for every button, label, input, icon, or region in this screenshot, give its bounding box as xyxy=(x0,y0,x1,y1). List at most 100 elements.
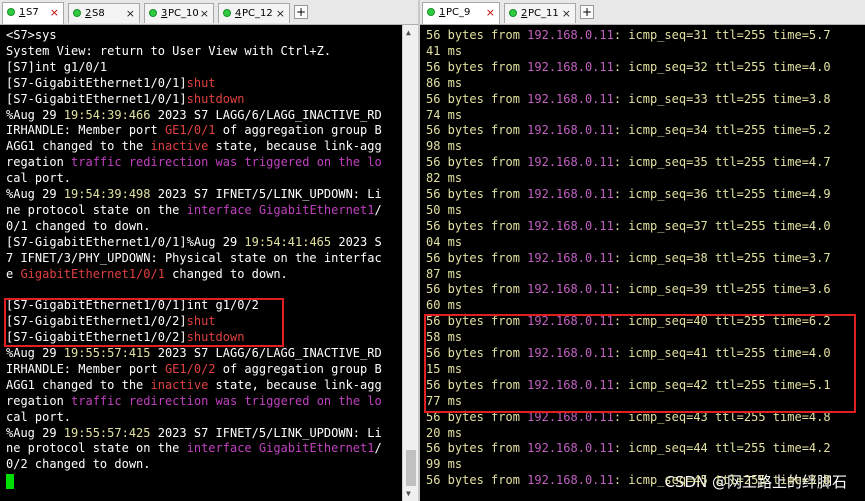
left-scrollbar[interactable]: ▲ ▼ xyxy=(402,25,419,501)
close-icon[interactable]: × xyxy=(276,7,285,20)
terminal-text: 56 bytes from xyxy=(426,282,528,297)
terminal-text: [S7-GigabitEthernet1/0/1] xyxy=(6,234,187,249)
terminal-text: [S7]int g1/0/1 xyxy=(6,59,108,74)
terminal-text: inactive xyxy=(150,139,209,154)
terminal-text: 0/2 changed to down. xyxy=(6,457,151,472)
terminal-text: 56 bytes from xyxy=(426,187,528,201)
terminal-text: shutdown xyxy=(186,91,245,106)
terminal-line: 41 ms xyxy=(426,44,462,60)
scrollbar-thumb[interactable] xyxy=(406,450,416,486)
terminal-text: state, because link-agg xyxy=(208,139,382,154)
terminal-line: ne protocol state on the interface Gigab… xyxy=(6,441,382,457)
terminal-text: 56 bytes from xyxy=(426,250,528,265)
terminal-line: AGG1 changed to the inactive state, beca… xyxy=(6,378,382,394)
terminal-text: 7 IFNET/3/PHY_UPDOWN: Physical state on … xyxy=(6,250,382,265)
terminal-line: 50 ms xyxy=(426,203,462,219)
terminal-line: 56 bytes from 192.168.0.11: icmp_seq=37 … xyxy=(426,219,831,235)
terminal-text: 98 ms xyxy=(426,139,463,154)
terminal-line: 56 bytes from 192.168.0.11: icmp_seq=38 … xyxy=(426,251,831,267)
terminal-text: inactive xyxy=(150,377,209,392)
terminal-text: 99 ms xyxy=(426,457,463,472)
terminal-line: e GigabitEthernet1/0/1 changed to down. xyxy=(6,267,288,283)
terminal-line: 74 ms xyxy=(426,108,462,124)
terminal-text: e xyxy=(6,266,21,281)
terminal-text: / xyxy=(374,202,382,217)
scroll-down-icon[interactable]: ▼ xyxy=(406,489,411,498)
tab-pc-9[interactable]: 1 PC_9 × xyxy=(422,2,500,24)
add-tab-button[interactable]: + xyxy=(294,5,308,19)
tab-number: 2 xyxy=(85,8,92,19)
terminal-line: 56 bytes from 192.168.0.11: icmp_seq=34 … xyxy=(426,123,831,139)
terminal-text: : icmp_seq=37 ttl=255 time=4.0 xyxy=(613,218,831,233)
terminal-line: IRHANDLE: Member port GE1/0/2 of aggrega… xyxy=(6,362,382,378)
terminal-text: 19:54:39:466 xyxy=(63,107,151,122)
terminal-text: 2023 S7 IFNET/5/LINK_UPDOWN: Li xyxy=(150,187,382,201)
terminal-text: 19:54:41:465 xyxy=(244,234,332,249)
terminal-s7[interactable]: <S7>sys System View: return to User View … xyxy=(0,25,402,501)
terminal-text: : icmp_seq=38 ttl=255 time=3.7 xyxy=(613,250,831,265)
terminal-line: 56 bytes from 192.168.0.11: icmp_seq=44 … xyxy=(426,441,831,457)
terminal-line: regation traffic redirection was trigger… xyxy=(6,155,382,171)
status-led-icon xyxy=(223,9,231,17)
terminal-pc-9[interactable]: CSDN @网工路上的绊脚石 56 bytes from 192.168.0.1… xyxy=(420,25,865,501)
terminal-text: 192.168.0.11 xyxy=(527,155,614,170)
tab-pc-10[interactable]: 3 PC_10 × xyxy=(144,3,214,23)
terminal-text: 192.168.0.11 xyxy=(527,123,614,138)
terminal-text: : icmp_seq=45 ttl=255 time=3.8 xyxy=(613,473,831,488)
terminal-text: GE1/0/1 xyxy=(164,123,216,138)
terminal-text: AGG1 changed to the xyxy=(6,377,151,392)
close-icon[interactable]: × xyxy=(486,6,495,19)
close-icon[interactable]: × xyxy=(562,7,571,20)
terminal-line: 82 ms xyxy=(426,171,462,187)
tab-pc-11[interactable]: 2 PC_11 × xyxy=(504,3,576,23)
terminal-line: cal port. xyxy=(6,171,71,187)
text-cursor xyxy=(6,474,14,490)
tab-label: PC_10 xyxy=(168,8,199,19)
terminal-line: cal port. xyxy=(6,410,71,426)
tab-label: PC_12 xyxy=(242,8,273,19)
close-icon[interactable]: × xyxy=(126,7,135,20)
scroll-up-icon[interactable]: ▲ xyxy=(406,28,411,37)
terminal-text: AGG1 changed to the xyxy=(6,139,151,154)
tab-label: PC_9 xyxy=(446,7,471,18)
terminal-text: : icmp_seq=44 ttl=255 time=4.2 xyxy=(613,441,831,456)
terminal-text: ne protocol state on the xyxy=(6,202,187,217)
tab-s7[interactable]: 1 S7 × xyxy=(2,2,64,24)
terminal-text: %Aug 29 xyxy=(6,346,64,360)
tab-pc-12[interactable]: 4 PC_12 × xyxy=(218,3,290,23)
tab-number: 2 xyxy=(521,8,528,19)
terminal-text: 56 bytes from xyxy=(426,28,528,42)
terminal-text: 192.168.0.11 xyxy=(527,187,614,201)
terminal-text: was triggered on the lo xyxy=(215,393,382,408)
terminal-line: 0/1 changed to down. xyxy=(6,219,151,235)
highlight-box-commands xyxy=(4,298,284,347)
terminal-text: 74 ms xyxy=(426,107,463,122)
terminal-text: shut xyxy=(186,75,216,90)
terminal-text: %Aug 29 xyxy=(6,425,64,440)
terminal-text: of aggregation group B xyxy=(215,361,382,376)
tab-label: S8 xyxy=(92,8,105,19)
terminal-text: 82 ms xyxy=(426,171,463,186)
terminal-line: [S7-GigabitEthernet1/0/1]shutdown xyxy=(6,92,244,108)
terminal-text: 192.168.0.11 xyxy=(527,91,614,106)
close-icon[interactable]: × xyxy=(50,6,59,19)
terminal-text: 60 ms xyxy=(426,298,463,313)
terminal-text: 87 ms xyxy=(426,266,463,281)
terminal-line: 7 IFNET/3/PHY_UPDOWN: Physical state on … xyxy=(6,251,382,267)
terminal-line: 60 ms xyxy=(426,298,462,314)
tab-number: 1 xyxy=(19,7,26,18)
terminal-text: regation xyxy=(6,393,72,408)
add-tab-button[interactable]: + xyxy=(580,5,594,19)
terminal-text: 56 bytes from xyxy=(426,123,528,138)
terminal-text: 2023 S7 IFNET/5/LINK_UPDOWN: Li xyxy=(150,425,382,440)
close-icon[interactable]: × xyxy=(200,7,209,20)
terminal-text: 2023 S7 LAGG/6/LAGG_INACTIVE_RD xyxy=(150,346,382,360)
terminal-text: 192.168.0.11 xyxy=(527,282,614,297)
terminal-text: 04 ms xyxy=(426,234,463,249)
terminal-text: 56 bytes from xyxy=(426,441,528,456)
terminal-text: 41 ms xyxy=(426,43,463,58)
terminal-text: 0/1 changed to down. xyxy=(6,218,151,233)
terminal-line: <S7>sys xyxy=(6,28,57,44)
tab-s8[interactable]: 2 S8 × xyxy=(68,3,140,23)
terminal-text: / xyxy=(374,441,382,456)
